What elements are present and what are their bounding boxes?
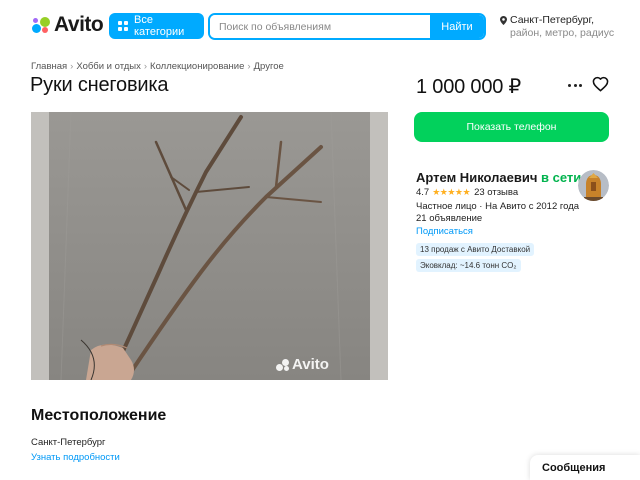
avatar[interactable] [578,170,609,201]
chevron-right-icon: › [143,61,148,72]
location-selector[interactable]: Санкт-Петербург, район, метро, радиус [500,14,630,40]
reviews-count: 23 отзыва [474,187,519,198]
more-options-icon[interactable] [568,84,582,88]
location-pin-icon [500,16,507,25]
seller-name[interactable]: Артем Николаевич в сети [416,170,581,185]
breadcrumb: Главная › Хобби и отдых › Коллекциониров… [31,61,284,72]
avito-logo-icon [31,15,51,35]
breadcrumb-item[interactable]: Коллекционирование [150,61,244,72]
delivery-badge: 13 продаж с Авито Доставкой [416,243,535,256]
search-button[interactable]: Найти [430,15,484,38]
chevron-right-icon: › [247,61,251,72]
watermark-text: Avito [292,356,329,373]
header: Avito Все категории Найти Санкт-Петербур… [0,0,640,50]
breadcrumb-item[interactable]: Другое [254,61,284,72]
branches-image [49,112,370,380]
listing-title: Руки снеговика [30,74,169,96]
location-sub: район, метро, радиус [510,27,615,39]
location-details-link[interactable]: Узнать подробности [31,452,120,463]
listing-price: 1 000 000 ₽ [416,76,522,98]
breadcrumb-item[interactable]: Главная [31,61,67,72]
watermark-logo-icon [276,358,290,372]
show-phone-button[interactable]: Показать телефон [414,112,609,142]
all-categories-label: Все категории [134,14,185,38]
logo-text: Avito [54,13,104,36]
eco-badge[interactable]: Эковклад: ~14.6 тонн CO₂ [416,259,521,272]
rating-stars-icon: ★★★★★ [432,187,471,197]
breadcrumb-item[interactable]: Хобби и отдых [76,61,141,72]
favorite-heart-icon[interactable] [592,76,609,92]
seller-ads-count[interactable]: 21 объявление [416,213,482,224]
photo-watermark: Avito [276,356,329,373]
messages-button[interactable]: Сообщения [530,455,640,480]
location-city-text: Санкт-Петербург [31,437,106,448]
grid-icon [118,21,128,31]
seller-meta: Частное лицо · На Авито с 2012 года [416,201,580,212]
rating-value: 4.7 [416,187,430,198]
search-input[interactable] [210,15,430,38]
chevron-right-icon: › [70,61,74,72]
location-city: Санкт-Петербург, [510,14,594,26]
listing-photo[interactable]: Avito [31,112,388,380]
location-section-title: Местоположение [31,407,167,424]
seller-rating[interactable]: 4.7 ★★★★★ 23 отзыва [416,187,518,198]
seller-name-text: Артем Николаевич [416,170,538,185]
search-bar: Найти [208,13,486,40]
subscribe-link[interactable]: Подписаться [416,226,473,237]
all-categories-button[interactable]: Все категории [109,13,204,39]
online-status: в сети [541,170,582,185]
avito-logo[interactable]: Avito [31,13,104,36]
